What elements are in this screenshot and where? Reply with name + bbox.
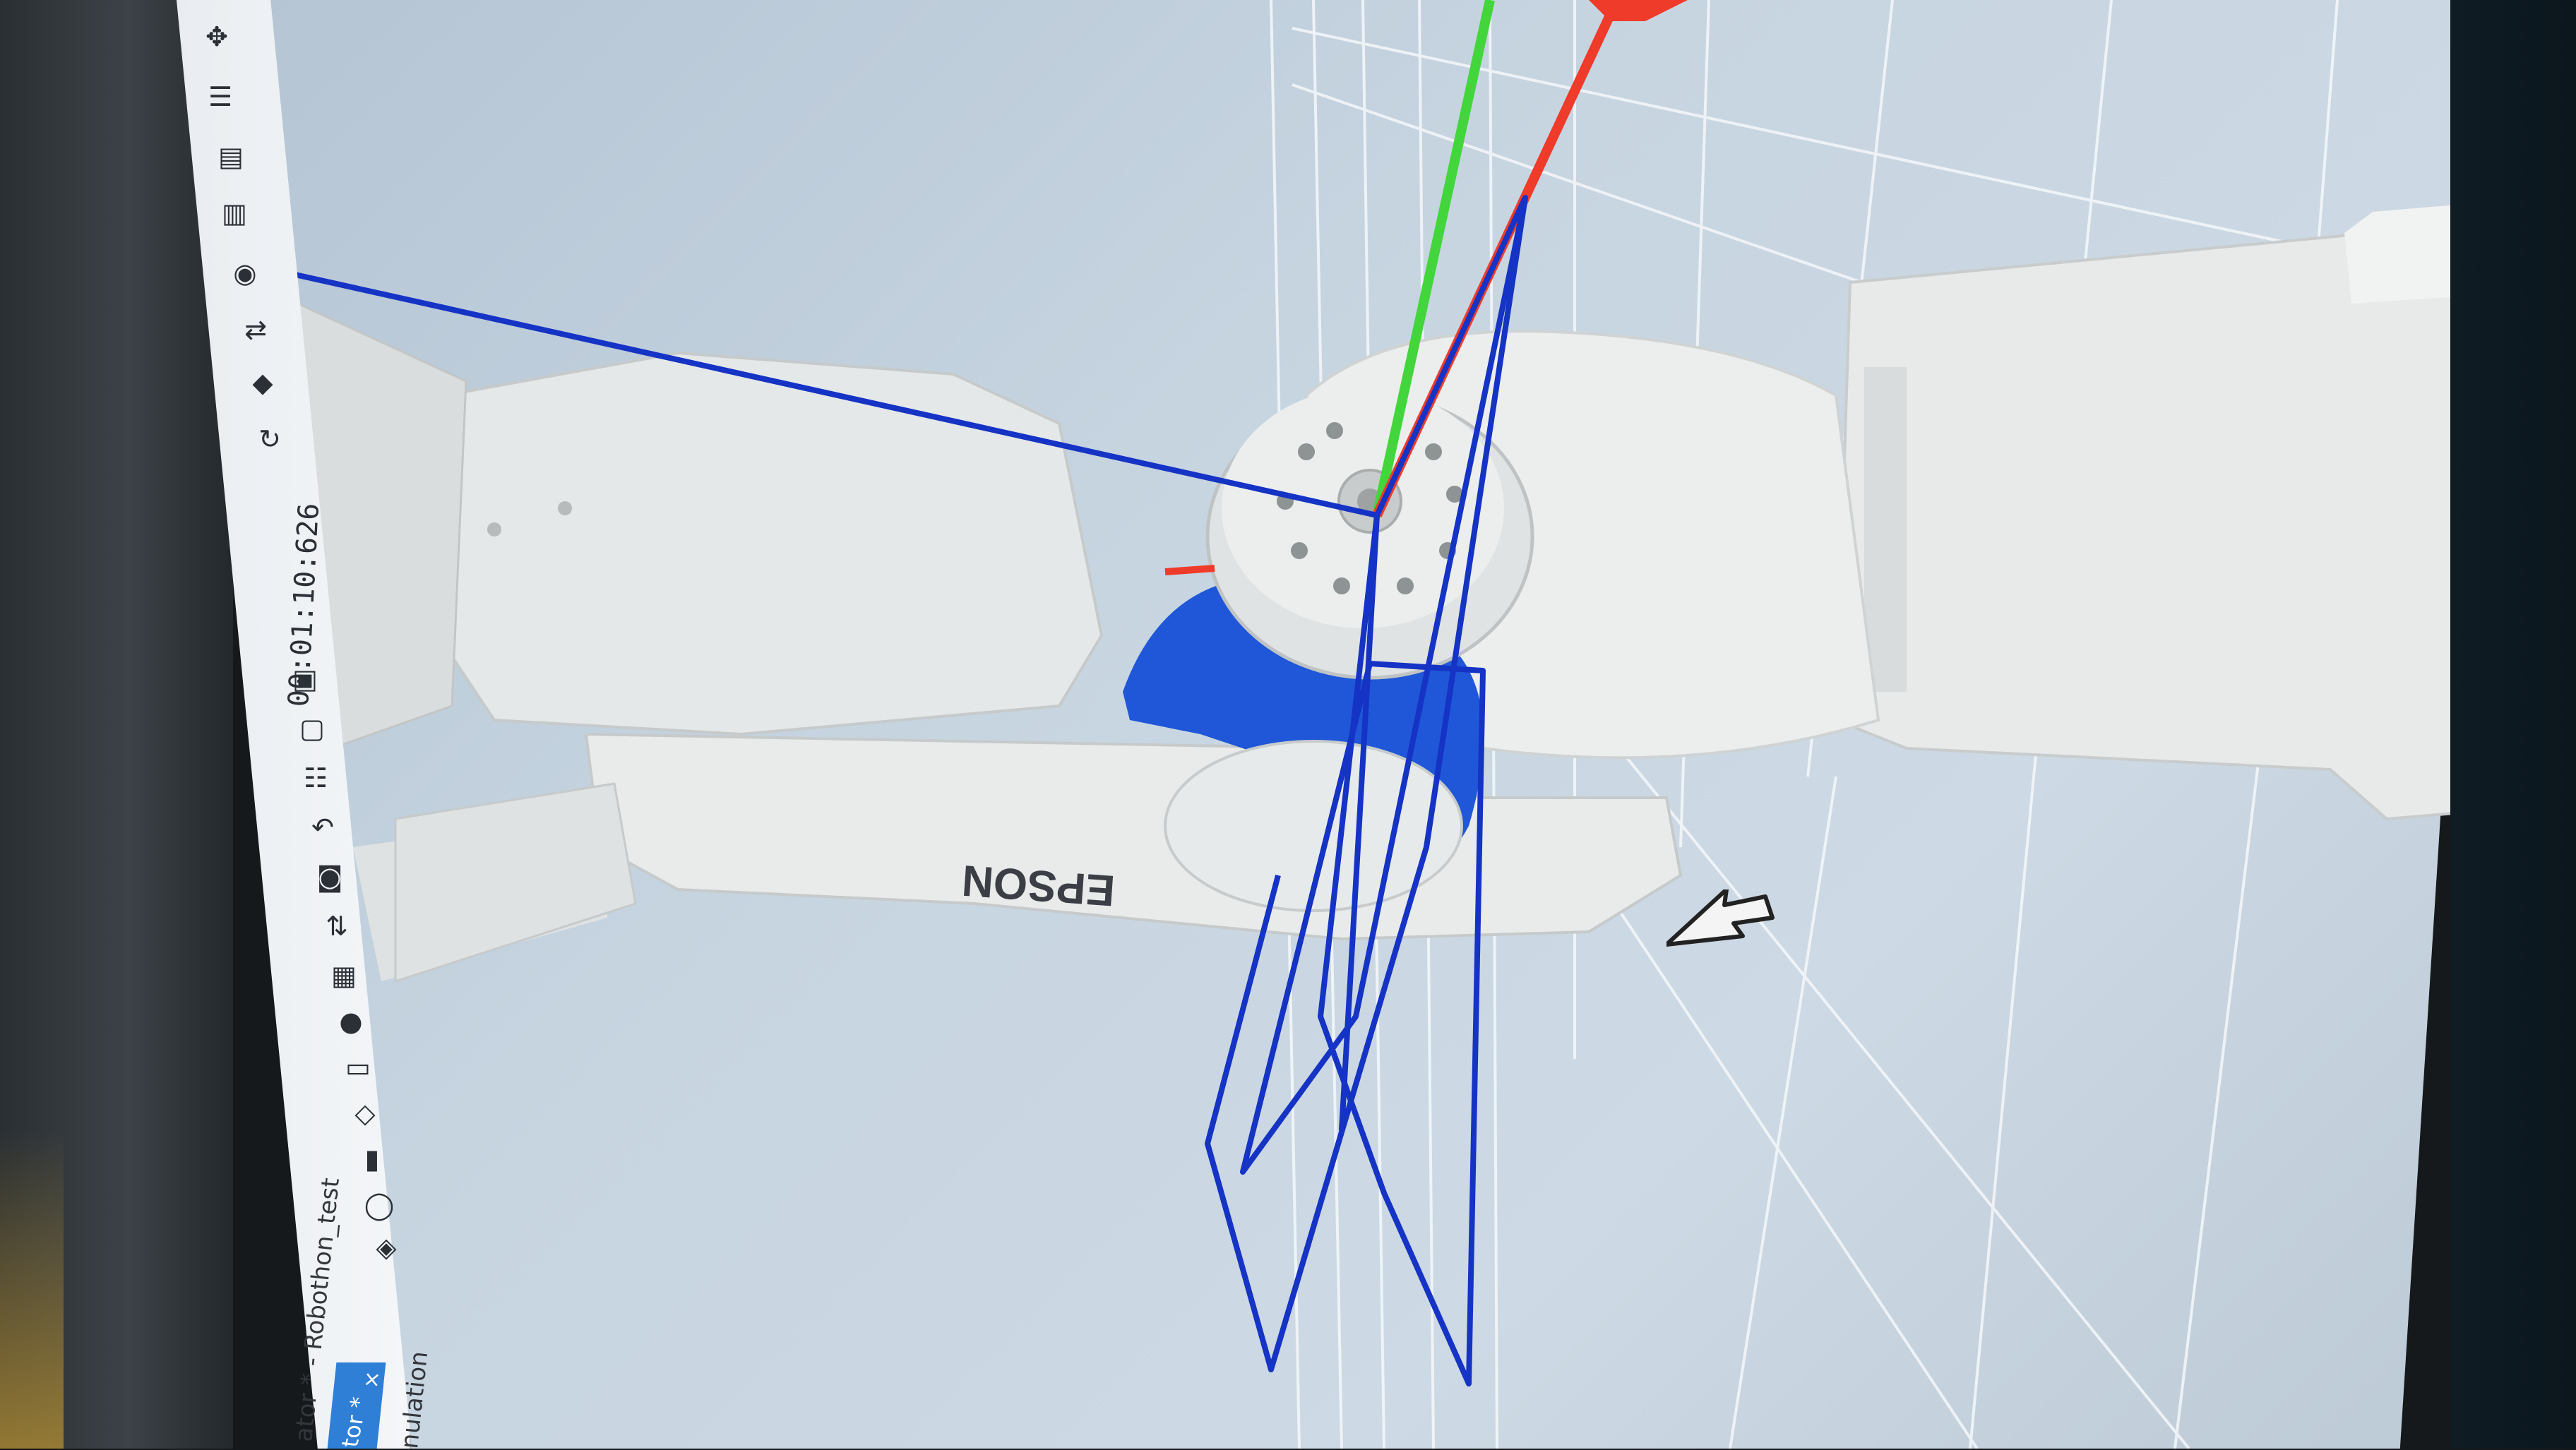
- step-icon[interactable]: ⇅: [321, 911, 352, 942]
- x-axis-secondary: [1164, 565, 1215, 575]
- layout-icon[interactable]: ▤: [215, 141, 246, 172]
- layers-icon[interactable]: ▦: [328, 960, 359, 991]
- eraser-icon[interactable]: ◆: [247, 367, 278, 398]
- robot-lower-link: EPSON: [394, 732, 1683, 983]
- circle-icon[interactable]: ◯: [364, 1190, 395, 1221]
- monitor-bezel-right: [2450, 0, 2576, 1449]
- camera-icon[interactable]: ◙: [314, 861, 345, 892]
- active-tab-label: tor *: [336, 1395, 374, 1449]
- record-icon[interactable]: ●: [335, 1006, 366, 1037]
- undo-icon[interactable]: ↶: [307, 812, 338, 843]
- layout-alt-icon[interactable]: ▥: [219, 198, 250, 229]
- robot-arm-right: [1834, 205, 2473, 821]
- window-icon[interactable]: ▭: [342, 1052, 374, 1083]
- diamond-icon[interactable]: ◇: [350, 1098, 381, 1129]
- swap-icon[interactable]: ⇄: [240, 314, 271, 345]
- panel-icon[interactable]: ▮: [357, 1144, 388, 1175]
- cube-icon[interactable]: ◈: [371, 1232, 402, 1263]
- mouse-cursor-icon: [1666, 889, 1775, 947]
- image-icon[interactable]: ▣: [290, 664, 321, 695]
- list-icon[interactable]: ☷: [300, 762, 331, 793]
- picture-icon[interactable]: ▢: [297, 713, 328, 744]
- rotate-icon[interactable]: ↻: [254, 424, 285, 455]
- target-icon[interactable]: ◉: [229, 258, 261, 289]
- sliders-icon[interactable]: ☰: [205, 81, 236, 112]
- tab-close-icon[interactable]: ×: [359, 1370, 385, 1390]
- gamepad-icon[interactable]: ✥: [201, 21, 232, 52]
